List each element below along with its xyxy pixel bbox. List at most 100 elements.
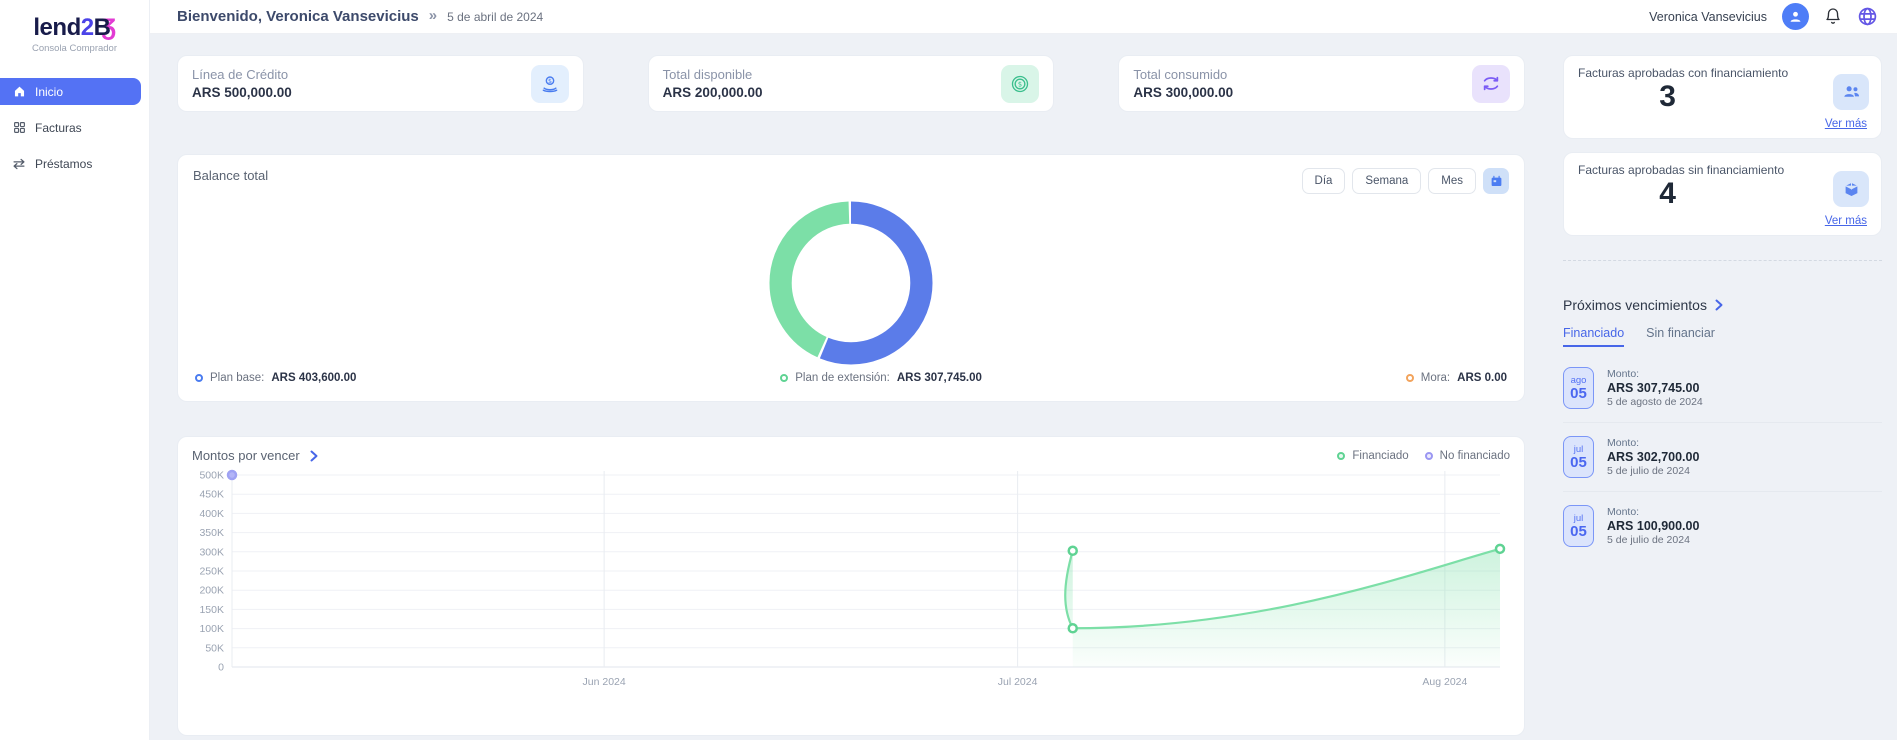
stat-value: ARS 200,000.00 bbox=[663, 85, 763, 100]
tab-financiado[interactable]: Financiado bbox=[1563, 326, 1624, 347]
users-icon bbox=[1833, 74, 1869, 110]
brand-b: B bbox=[94, 14, 111, 41]
vencimiento-item[interactable]: jul 05 Monto: ARS 100,900.00 5 de julio … bbox=[1563, 492, 1882, 560]
vencimiento-item[interactable]: jul 05 Monto: ARS 302,700.00 5 de julio … bbox=[1563, 423, 1882, 492]
ver-mas-link[interactable]: Ver más bbox=[1825, 215, 1867, 227]
facturas-con-financiamiento-card: Facturas aprobadas con financiamiento 3 … bbox=[1563, 55, 1882, 139]
monto-label: Monto: bbox=[1607, 506, 1699, 518]
legend-financiado: Financiado bbox=[1337, 450, 1408, 462]
period-day-button[interactable]: Día bbox=[1302, 168, 1346, 194]
stat-value: ARS 500,000.00 bbox=[192, 85, 292, 100]
fact-card-title: Facturas aprobadas con financiamiento bbox=[1578, 66, 1867, 80]
badge-day: 05 bbox=[1570, 524, 1587, 540]
calendar-icon[interactable] bbox=[1483, 168, 1509, 194]
svg-text:450K: 450K bbox=[199, 489, 224, 501]
loans-arrows-icon bbox=[12, 157, 26, 171]
stat-label: Total consumido bbox=[1133, 67, 1233, 82]
balance-legend: Plan base: ARS 403,600.00 Plan de extens… bbox=[193, 372, 1509, 388]
sidebar-nav: Inicio Facturas Préstamos bbox=[0, 78, 149, 177]
brand-2: 2 bbox=[81, 14, 94, 41]
fact-card-count: 4 bbox=[1578, 177, 1757, 211]
badge-day: 05 bbox=[1570, 455, 1587, 471]
invoices-grid-icon bbox=[12, 121, 26, 135]
badge-month: ago bbox=[1571, 375, 1587, 386]
plan-base-dot-icon bbox=[195, 374, 203, 382]
balance-header: Balance total Día Semana Mes bbox=[193, 168, 1509, 194]
credit-line-card: Línea de Crédito ARS 500,000.00 $ bbox=[177, 55, 584, 112]
tab-sin-financiar[interactable]: Sin financiar bbox=[1646, 326, 1715, 347]
balance-total-card: Balance total Día Semana Mes bbox=[177, 154, 1525, 402]
badge-month: jul bbox=[1574, 513, 1584, 524]
legend-label: Financiado bbox=[1352, 450, 1408, 462]
period-week-button[interactable]: Semana bbox=[1352, 168, 1421, 194]
avatar[interactable] bbox=[1782, 3, 1809, 30]
fact-card-title: Facturas aprobadas sin financiamiento bbox=[1578, 163, 1867, 177]
brand-lend: lend bbox=[33, 14, 80, 41]
sidebar-item-label: Préstamos bbox=[35, 157, 92, 171]
legend-value: ARS 0.00 bbox=[1457, 372, 1507, 384]
stats-row: Línea de Crédito ARS 500,000.00 $ Total … bbox=[177, 55, 1525, 112]
vencimiento-item[interactable]: ago 05 Monto: ARS 307,745.00 5 de agosto… bbox=[1563, 354, 1882, 423]
stat-text: Total disponible ARS 200,000.00 bbox=[663, 67, 763, 100]
chevron-right-icon bbox=[310, 450, 318, 462]
ver-mas-link[interactable]: Ver más bbox=[1825, 118, 1867, 130]
main-area: Bienvenido, Veronica Vansevicius » 5 de … bbox=[150, 0, 1897, 740]
legend-label: No financiado bbox=[1440, 450, 1510, 462]
date-badge: ago 05 bbox=[1563, 367, 1594, 409]
sidebar: lend2BƷ Consola Comprador Inicio Factura… bbox=[0, 0, 150, 740]
svg-text:200K: 200K bbox=[199, 585, 224, 597]
svg-text:0: 0 bbox=[218, 662, 224, 674]
sidebar-item-inicio[interactable]: Inicio bbox=[0, 78, 141, 105]
proximos-title: Próximos vencimientos bbox=[1563, 297, 1707, 313]
monto-label: Monto: bbox=[1607, 437, 1699, 449]
right-column: Facturas aprobadas con financiamiento 3 … bbox=[1563, 55, 1882, 740]
bell-icon[interactable] bbox=[1824, 7, 1842, 26]
date-badge: jul 05 bbox=[1563, 505, 1594, 547]
legend-value: ARS 307,745.00 bbox=[897, 372, 982, 384]
legend-label: Mora: bbox=[1421, 372, 1450, 384]
plan-extension-dot-icon bbox=[780, 374, 788, 382]
svg-text:150K: 150K bbox=[199, 604, 224, 616]
current-date: 5 de abril de 2024 bbox=[447, 10, 543, 24]
home-icon bbox=[12, 85, 26, 99]
montos-header: Montos por vencer Financiado bbox=[192, 448, 1510, 463]
brand-wordmark: lend2BƷ bbox=[0, 14, 149, 42]
svg-text:500K: 500K bbox=[199, 470, 224, 482]
montos-title-link[interactable]: Montos por vencer bbox=[192, 448, 318, 463]
user-name: Veronica Vansevicius bbox=[1649, 10, 1767, 24]
monto-label: Monto: bbox=[1607, 368, 1703, 380]
svg-text:350K: 350K bbox=[199, 527, 224, 539]
badge-day: 05 bbox=[1570, 386, 1587, 402]
svg-text:Jul 2024: Jul 2024 bbox=[998, 676, 1038, 688]
balance-title: Balance total bbox=[193, 168, 268, 183]
proximos-vencimientos-header[interactable]: Próximos vencimientos bbox=[1563, 297, 1882, 313]
vencimiento-text: Monto: ARS 307,745.00 5 de agosto de 202… bbox=[1607, 368, 1703, 408]
stat-label: Línea de Crédito bbox=[192, 67, 292, 82]
svg-text:$: $ bbox=[548, 77, 552, 84]
sidebar-item-facturas[interactable]: Facturas bbox=[0, 114, 141, 141]
breadcrumb: Bienvenido, Veronica Vansevicius » 5 de … bbox=[177, 8, 543, 25]
sidebar-item-prestamos[interactable]: Préstamos bbox=[0, 150, 141, 177]
fact-card-count: 3 bbox=[1578, 80, 1757, 114]
legend-mora: Mora: ARS 0.00 bbox=[1406, 372, 1507, 384]
stat-label: Total disponible bbox=[663, 67, 763, 82]
left-column: Línea de Crédito ARS 500,000.00 $ Total … bbox=[177, 55, 1525, 740]
monto-amount: ARS 100,900.00 bbox=[1607, 519, 1699, 533]
monto-date: 5 de julio de 2024 bbox=[1607, 465, 1699, 477]
vencimiento-text: Monto: ARS 100,900.00 5 de julio de 2024 bbox=[1607, 506, 1699, 546]
montos-title: Montos por vencer bbox=[192, 448, 300, 463]
svg-text:$: $ bbox=[1018, 80, 1022, 88]
welcome-title: Bienvenido, Veronica Vansevicius bbox=[177, 8, 419, 25]
period-month-button[interactable]: Mes bbox=[1428, 168, 1476, 194]
mora-dot-icon bbox=[1406, 374, 1414, 382]
app-root: lend2BƷ Consola Comprador Inicio Factura… bbox=[0, 0, 1897, 740]
svg-text:100K: 100K bbox=[199, 623, 224, 635]
globe-icon[interactable] bbox=[1857, 6, 1878, 27]
svg-text:400K: 400K bbox=[199, 508, 224, 520]
user-area: Veronica Vansevicius bbox=[1649, 3, 1878, 30]
transfer-arrows-icon bbox=[1472, 65, 1510, 103]
montos-legend: Financiado No financiado bbox=[1337, 450, 1510, 462]
monto-date: 5 de julio de 2024 bbox=[1607, 534, 1699, 546]
vencimiento-text: Monto: ARS 302,700.00 5 de julio de 2024 bbox=[1607, 437, 1699, 477]
stat-text: Línea de Crédito ARS 500,000.00 bbox=[192, 67, 292, 100]
